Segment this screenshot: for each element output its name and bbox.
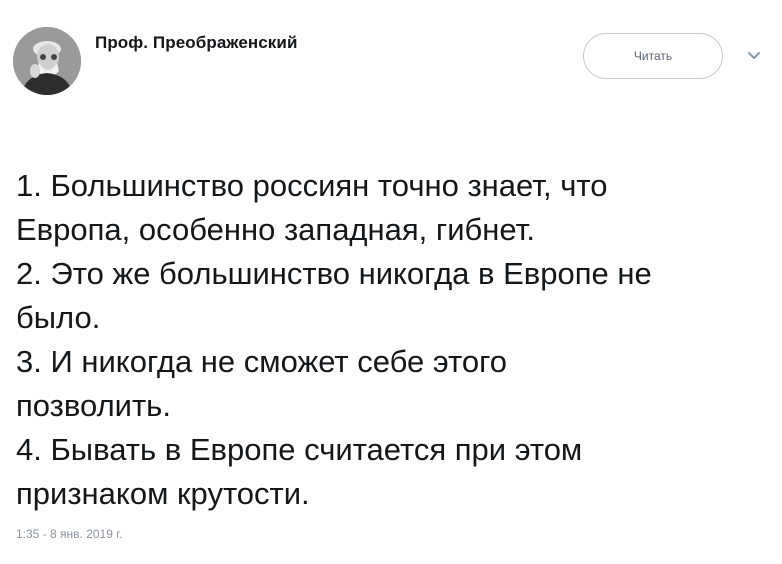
follow-button[interactable]: Читать <box>583 33 723 79</box>
portrait-icon <box>13 27 81 95</box>
tweet-timestamp[interactable]: 1:35 - 8 янв. 2019 г. <box>16 527 122 541</box>
tweet-text-line: 1. Большинство россиян точно знает, что <box>16 168 608 203</box>
tweet-card: Проф. Преображенский Читать 1. Большинст… <box>0 0 782 564</box>
avatar[interactable] <box>13 27 81 95</box>
tweet-text-line: Европа, особенно западная, гибнет. <box>16 212 535 247</box>
author-name[interactable]: Проф. Преображенский <box>95 33 298 53</box>
tweet-text-line: признаком крутости. <box>16 476 310 511</box>
tweet-text-line: 2. Это же большинство никогда в Европе н… <box>16 256 652 291</box>
tweet-text-line: 3. И никогда не сможет себе этого <box>16 344 507 379</box>
tweet-text-line: было. <box>16 300 101 335</box>
tweet-text-line: 4. Бывать в Европе считается при этом <box>16 432 583 467</box>
chevron-down-icon[interactable] <box>744 48 764 64</box>
tweet-text: 1. Большинство россиян точно знает, что … <box>16 164 776 516</box>
tweet-text-line: позволить. <box>16 388 171 423</box>
